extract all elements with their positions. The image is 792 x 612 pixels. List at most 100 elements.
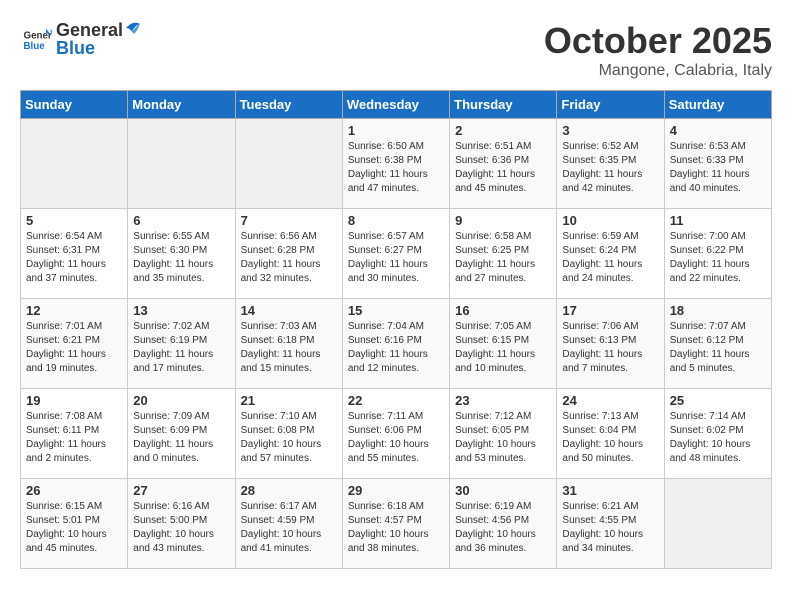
day-number: 2 xyxy=(455,123,551,138)
day-number: 14 xyxy=(241,303,337,318)
day-number: 10 xyxy=(562,213,658,228)
day-info: Sunrise: 7:04 AM Sunset: 6:16 PM Dayligh… xyxy=(348,320,444,376)
day-info: Sunrise: 7:07 AM Sunset: 6:12 PM Dayligh… xyxy=(670,320,766,376)
day-info: Sunrise: 6:51 AM Sunset: 6:36 PM Dayligh… xyxy=(455,140,551,196)
calendar-cell: 18 Sunrise: 7:07 AM Sunset: 6:12 PM Dayli… xyxy=(664,299,771,389)
calendar-cell: 27Sunrise: 6:16 AM Sunset: 5:00 PM Dayli… xyxy=(128,479,235,569)
day-number: 11 xyxy=(670,213,766,228)
day-info: Sunrise: 7:01 AM Sunset: 6:21 PM Dayligh… xyxy=(26,320,122,376)
calendar-cell: 11Sunrise: 7:00 AM Sunset: 6:22 PM Dayli… xyxy=(664,209,771,299)
day-info: Sunrise: 6:15 AM Sunset: 5:01 PM Dayligh… xyxy=(26,500,122,556)
calendar-cell: 29Sunrise: 6:18 AM Sunset: 4:57 PM Dayli… xyxy=(342,479,449,569)
location-subtitle: Mangone, Calabria, Italy xyxy=(544,62,772,80)
calendar-cell: 21 Sunrise: 7:10 AM Sunset: 6:08 PM Dayli… xyxy=(235,389,342,479)
weekday-header-sunday: Sunday xyxy=(21,91,128,119)
day-info: Sunrise: 6:21 AM Sunset: 4:55 PM Dayligh… xyxy=(562,500,658,556)
day-number: 18 xyxy=(670,303,766,318)
calendar-cell: 12 Sunrise: 7:01 AM Sunset: 6:21 PM Dayli… xyxy=(21,299,128,389)
calendar-cell: 8Sunrise: 6:57 AM Sunset: 6:27 PM Daylig… xyxy=(342,209,449,299)
calendar-cell: 7 Sunrise: 6:56 AM Sunset: 6:28 PM Daylig… xyxy=(235,209,342,299)
svg-text:Blue: Blue xyxy=(24,41,46,52)
day-number: 17 xyxy=(562,303,658,318)
calendar-cell: 5Sunrise: 6:54 AM Sunset: 6:31 PM Daylig… xyxy=(21,209,128,299)
day-info: Sunrise: 6:50 AM Sunset: 6:38 PM Dayligh… xyxy=(348,140,444,196)
day-number: 27 xyxy=(133,483,229,498)
calendar-cell: 20 Sunrise: 7:09 AM Sunset: 6:09 PM Dayli… xyxy=(128,389,235,479)
calendar-cell: 13Sunrise: 7:02 AM Sunset: 6:19 PM Dayli… xyxy=(128,299,235,389)
day-info: Sunrise: 7:10 AM Sunset: 6:08 PM Dayligh… xyxy=(241,410,337,466)
day-info: Sunrise: 7:13 AM Sunset: 6:04 PM Dayligh… xyxy=(562,410,658,466)
day-info: Sunrise: 7:14 AM Sunset: 6:02 PM Dayligh… xyxy=(670,410,766,466)
day-number: 22 xyxy=(348,393,444,408)
weekday-header-row: SundayMondayTuesdayWednesdayThursdayFrid… xyxy=(21,91,772,119)
day-number: 5 xyxy=(26,213,122,228)
calendar-cell: 19Sunrise: 7:08 AM Sunset: 6:11 PM Dayli… xyxy=(21,389,128,479)
calendar-cell xyxy=(21,119,128,209)
day-info: Sunrise: 7:05 AM Sunset: 6:15 PM Dayligh… xyxy=(455,320,551,376)
day-info: Sunrise: 6:58 AM Sunset: 6:25 PM Dayligh… xyxy=(455,230,551,286)
calendar-cell xyxy=(664,479,771,569)
weekday-header-wednesday: Wednesday xyxy=(342,91,449,119)
calendar-cell: 24 Sunrise: 7:13 AM Sunset: 6:04 PM Dayli… xyxy=(557,389,664,479)
day-number: 28 xyxy=(241,483,337,498)
calendar-cell: 28 Sunrise: 6:17 AM Sunset: 4:59 PM Dayli… xyxy=(235,479,342,569)
calendar-cell: 10 Sunrise: 6:59 AM Sunset: 6:24 PM Dayli… xyxy=(557,209,664,299)
day-number: 19 xyxy=(26,393,122,408)
day-info: Sunrise: 7:02 AM Sunset: 6:19 PM Dayligh… xyxy=(133,320,229,376)
calendar-cell: 15 Sunrise: 7:04 AM Sunset: 6:16 PM Dayli… xyxy=(342,299,449,389)
day-number: 21 xyxy=(241,393,337,408)
day-info: Sunrise: 6:17 AM Sunset: 4:59 PM Dayligh… xyxy=(241,500,337,556)
calendar-cell xyxy=(128,119,235,209)
day-number: 3 xyxy=(562,123,658,138)
calendar-cell: 2 Sunrise: 6:51 AM Sunset: 6:36 PM Daylig… xyxy=(450,119,557,209)
day-number: 20 xyxy=(133,393,229,408)
day-number: 4 xyxy=(670,123,766,138)
calendar-cell: 17 Sunrise: 7:06 AM Sunset: 6:13 PM Dayli… xyxy=(557,299,664,389)
day-info: Sunrise: 6:59 AM Sunset: 6:24 PM Dayligh… xyxy=(562,230,658,286)
day-number: 29 xyxy=(348,483,444,498)
calendar-cell: 3 Sunrise: 6:52 AM Sunset: 6:35 PM Daylig… xyxy=(557,119,664,209)
month-year-title: October 2025 xyxy=(544,20,772,62)
day-info: Sunrise: 6:56 AM Sunset: 6:28 PM Dayligh… xyxy=(241,230,337,286)
day-number: 15 xyxy=(348,303,444,318)
weekday-header-friday: Friday xyxy=(557,91,664,119)
day-number: 23 xyxy=(455,393,551,408)
day-number: 9 xyxy=(455,213,551,228)
day-info: Sunrise: 7:03 AM Sunset: 6:18 PM Dayligh… xyxy=(241,320,337,376)
calendar-cell: 1 Sunrise: 6:50 AM Sunset: 6:38 PM Daylig… xyxy=(342,119,449,209)
day-number: 8 xyxy=(348,213,444,228)
day-number: 7 xyxy=(241,213,337,228)
calendar-cell: 6 Sunrise: 6:55 AM Sunset: 6:30 PM Daylig… xyxy=(128,209,235,299)
day-info: Sunrise: 7:09 AM Sunset: 6:09 PM Dayligh… xyxy=(133,410,229,466)
calendar-cell: 25 Sunrise: 7:14 AM Sunset: 6:02 PM Dayli… xyxy=(664,389,771,479)
day-number: 1 xyxy=(348,123,444,138)
weekday-header-saturday: Saturday xyxy=(664,91,771,119)
calendar-table: SundayMondayTuesdayWednesdayThursdayFrid… xyxy=(20,90,772,569)
calendar-cell: 9 Sunrise: 6:58 AM Sunset: 6:25 PM Daylig… xyxy=(450,209,557,299)
logo-icon: General Blue xyxy=(22,25,52,55)
calendar-week-row: 26Sunrise: 6:15 AM Sunset: 5:01 PM Dayli… xyxy=(21,479,772,569)
day-info: Sunrise: 6:52 AM Sunset: 6:35 PM Dayligh… xyxy=(562,140,658,196)
calendar-cell: 31 Sunrise: 6:21 AM Sunset: 4:55 PM Dayli… xyxy=(557,479,664,569)
day-number: 24 xyxy=(562,393,658,408)
calendar-week-row: 1 Sunrise: 6:50 AM Sunset: 6:38 PM Daylig… xyxy=(21,119,772,209)
day-info: Sunrise: 6:19 AM Sunset: 4:56 PM Dayligh… xyxy=(455,500,551,556)
title-block: October 2025 Mangone, Calabria, Italy xyxy=(544,20,772,80)
calendar-cell: 16 Sunrise: 7:05 AM Sunset: 6:15 PM Dayli… xyxy=(450,299,557,389)
calendar-week-row: 19Sunrise: 7:08 AM Sunset: 6:11 PM Dayli… xyxy=(21,389,772,479)
day-info: Sunrise: 6:55 AM Sunset: 6:30 PM Dayligh… xyxy=(133,230,229,286)
calendar-cell: 22 Sunrise: 7:11 AM Sunset: 6:06 PM Dayli… xyxy=(342,389,449,479)
day-info: Sunrise: 7:12 AM Sunset: 6:05 PM Dayligh… xyxy=(455,410,551,466)
calendar-cell: 26Sunrise: 6:15 AM Sunset: 5:01 PM Dayli… xyxy=(21,479,128,569)
page-header: General Blue General Blue October 2025 M… xyxy=(20,20,772,80)
day-info: Sunrise: 7:11 AM Sunset: 6:06 PM Dayligh… xyxy=(348,410,444,466)
day-info: Sunrise: 7:06 AM Sunset: 6:13 PM Dayligh… xyxy=(562,320,658,376)
day-number: 31 xyxy=(562,483,658,498)
day-number: 16 xyxy=(455,303,551,318)
day-number: 12 xyxy=(26,303,122,318)
day-number: 25 xyxy=(670,393,766,408)
calendar-cell: 4 Sunrise: 6:53 AM Sunset: 6:33 PM Daylig… xyxy=(664,119,771,209)
day-info: Sunrise: 6:53 AM Sunset: 6:33 PM Dayligh… xyxy=(670,140,766,196)
day-number: 30 xyxy=(455,483,551,498)
day-number: 6 xyxy=(133,213,229,228)
